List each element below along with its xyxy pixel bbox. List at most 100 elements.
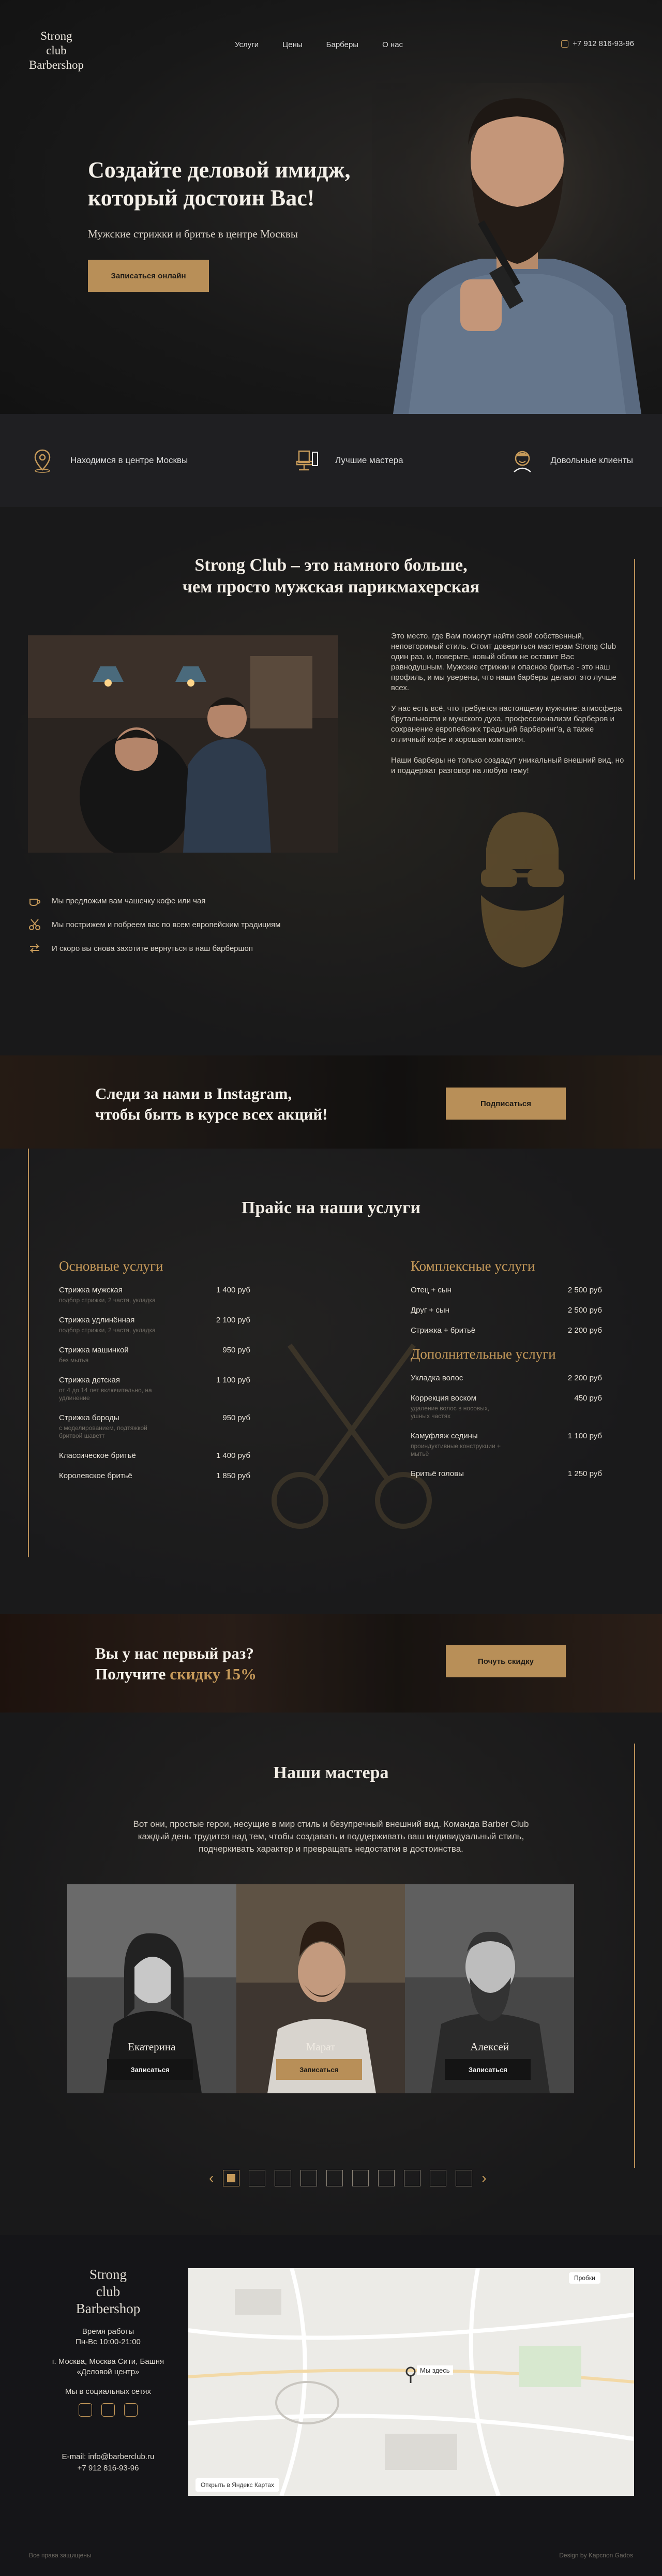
carousel-page-dot[interactable] <box>430 2170 447 2186</box>
list-item: Мы пострижем и побреем вас по всем европ… <box>28 913 280 936</box>
service-name: Отец + сын <box>411 1286 452 1294</box>
master-book-button[interactable]: Записаться <box>276 2059 362 2080</box>
master-card[interactable]: Алексей Записаться <box>405 1884 575 2093</box>
price-item: Укладка волос 2 200 руб <box>411 1374 602 1382</box>
header-phone[interactable]: +7 912 816-93-96 <box>561 39 634 48</box>
address: г. Москва, Москва Сити, Башня «Деловой ц… <box>52 2357 164 2376</box>
map-marker-label: Мы здесь <box>417 2365 453 2375</box>
hero-subtitle: Мужские стрижки и бритье в центре Москвы <box>88 228 298 240</box>
price-item: Стрижка детская 1 100 руб от 4 до 14 лет в… <box>59 1376 250 1402</box>
master-book-button[interactable]: Записаться <box>107 2059 193 2080</box>
feature-masters: Лучшие мастера <box>294 447 403 474</box>
masters-carousel: Екатерина Записаться Марат Записаться Ал… <box>67 1884 575 2093</box>
features-strip: Находимся в центре Москвы Лучшие мастера… <box>0 414 662 507</box>
carousel-page-dot[interactable] <box>378 2170 395 2186</box>
price-row: Стрижка + бритьё 2 200 руб <box>411 1326 602 1335</box>
nav-item-about[interactable]: О нас <box>382 40 403 49</box>
feature-label: Довольные клиенты <box>550 455 633 465</box>
service-price: 1 400 руб <box>216 1286 250 1294</box>
feature-label: Лучшие мастера <box>335 455 403 465</box>
working-hours-label: Время работы <box>82 2327 134 2336</box>
working-hours: Время работы Пн-Вс 10:00-21:00 <box>49 2327 168 2347</box>
price-row: Укладка волос 2 200 руб <box>411 1374 602 1382</box>
return-arrows-icon <box>29 944 40 953</box>
carousel-page-dot[interactable] <box>300 2170 318 2186</box>
service-price: 2 200 руб <box>567 1374 602 1382</box>
carousel-page-dot[interactable] <box>223 2170 240 2186</box>
service-name: Королевское бритьё <box>59 1471 132 1480</box>
about-title-line: чем просто мужская парикмахерская <box>182 577 480 597</box>
price-row: Стрижка мужская 1 400 руб <box>59 1286 250 1294</box>
footer-logo[interactable]: Strong club Barbershop <box>49 2266 168 2317</box>
facebook-icon[interactable] <box>124 2403 138 2417</box>
subscribe-button[interactable]: Подписаться <box>446 1088 566 1120</box>
price-item: Друг + сын 2 500 руб <box>411 1306 602 1315</box>
nav-item-services[interactable]: Услуги <box>235 40 259 49</box>
nav-item-barbers[interactable]: Барберы <box>326 40 358 49</box>
nav-item-prices[interactable]: Цены <box>282 40 303 49</box>
get-discount-button[interactable]: Почуть скидку <box>446 1645 566 1677</box>
social-links <box>49 2403 168 2417</box>
carousel-page-dot[interactable] <box>249 2170 266 2186</box>
complex-services-list: Отец + сын 2 500 руб Друг + сын 2 500 руб Ст… <box>411 1286 602 1335</box>
price-row: Коррекция воском 450 руб <box>411 1394 602 1403</box>
discount-title-line: Вы у нас первый раз? <box>95 1644 254 1662</box>
price-row: Стрижка бороды 950 руб <box>59 1413 250 1422</box>
chevron-right-icon[interactable]: › <box>482 2170 486 2186</box>
service-name: Стрижка детская <box>59 1376 121 1384</box>
carousel-page-dot[interactable] <box>326 2170 343 2186</box>
carousel-page-dot[interactable] <box>275 2170 292 2186</box>
logo-line: Strong <box>89 2267 127 2282</box>
master-name: Екатерина <box>128 2041 176 2053</box>
master-card[interactable]: Екатерина Записаться <box>67 1884 236 2093</box>
carousel-page-dot[interactable] <box>456 2170 473 2186</box>
coffee-cup-icon <box>29 899 41 906</box>
about-section: Strong Club – это намного больше, чем пр… <box>0 507 662 1055</box>
basic-services-list: Стрижка мужская 1 400 руб подбор стрижки, … <box>59 1286 250 1480</box>
complex-services-column: Комплексные услуги Отец + сын 2 500 руб Др… <box>411 1258 602 1490</box>
barber-portrait <box>372 83 662 414</box>
price-row: Королевское бритьё 1 850 руб <box>59 1471 250 1480</box>
price-column-heading: Дополнительные услуги <box>411 1346 556 1362</box>
footer-contacts: Strong club Barbershop Время работы Пн-В… <box>49 2266 168 2483</box>
footer-phone[interactable]: +7 912 816-93-96 <box>49 2463 168 2474</box>
master-book-button[interactable]: Записаться <box>445 2059 531 2080</box>
map-pin-icon <box>34 449 51 473</box>
instagram-title: Следи за нами в Instagram, чтобы быть в … <box>95 1083 328 1125</box>
service-name: Укладка волос <box>411 1374 463 1382</box>
carousel-page-dot[interactable] <box>352 2170 369 2186</box>
master-card[interactable]: Марат Записаться <box>236 1884 405 2093</box>
design-credit[interactable]: Design by Kapcnon Gados <box>559 2552 633 2559</box>
yandex-map[interactable] <box>188 2268 634 2496</box>
happy-client-icon <box>514 451 532 472</box>
scissors-icon <box>29 919 40 930</box>
hero-title-line: Создайте деловой имидж, <box>88 157 351 183</box>
instagram-icon[interactable] <box>101 2403 115 2417</box>
price-item: Стрижка мужская 1 400 руб подбор стрижки, … <box>59 1286 250 1304</box>
price-row: Отец + сын 2 500 руб <box>411 1286 602 1294</box>
book-online-button[interactable]: Записаться онлайн <box>88 260 209 292</box>
price-row: Стрижка детская 1 100 руб <box>59 1376 250 1384</box>
price-row: Стрижка машинкой 950 руб <box>59 1346 250 1354</box>
service-price: 950 руб <box>222 1413 250 1422</box>
prices-title: Прайс на наши услуги <box>241 1198 421 1217</box>
service-price: 1 400 руб <box>216 1451 250 1460</box>
price-item: Стрижка бороды 950 руб с моделированием, п… <box>59 1413 250 1440</box>
footer-email[interactable]: E-mail: info@barberclub.ru <box>49 2452 168 2462</box>
service-note: без мытья <box>59 1357 89 1364</box>
map-traffic-toggle[interactable]: Пробки <box>569 2272 600 2284</box>
service-note: подбор стрижки, 2 частя, укладка <box>59 1297 156 1304</box>
service-note: от 4 до 14 лет включительно, на удлинени… <box>59 1387 152 1402</box>
chevron-left-icon[interactable]: ‹ <box>209 2170 214 2186</box>
carousel-page-dot[interactable] <box>404 2170 421 2186</box>
vk-icon[interactable] <box>79 2403 92 2417</box>
about-benefits-list: Мы предложим вам чашечку кофе или чая Мы… <box>28 889 280 960</box>
about-paragraph: Наши барберы не только создадут уникальн… <box>391 756 624 775</box>
service-price: 2 500 руб <box>567 1286 602 1294</box>
header-phone-number: +7 912 816-93-96 <box>573 39 634 48</box>
open-in-yandex-maps-button[interactable]: Открыть в Яндекс Картах <box>195 2478 279 2492</box>
service-name: Стрижка + бритьё <box>411 1326 476 1335</box>
discount-accent: скидку 15% <box>170 1665 257 1683</box>
logo[interactable]: Strong club Barbershop <box>28 29 85 72</box>
extra-services-list: Укладка волос 2 200 руб Коррекция воском 45… <box>411 1374 602 1478</box>
